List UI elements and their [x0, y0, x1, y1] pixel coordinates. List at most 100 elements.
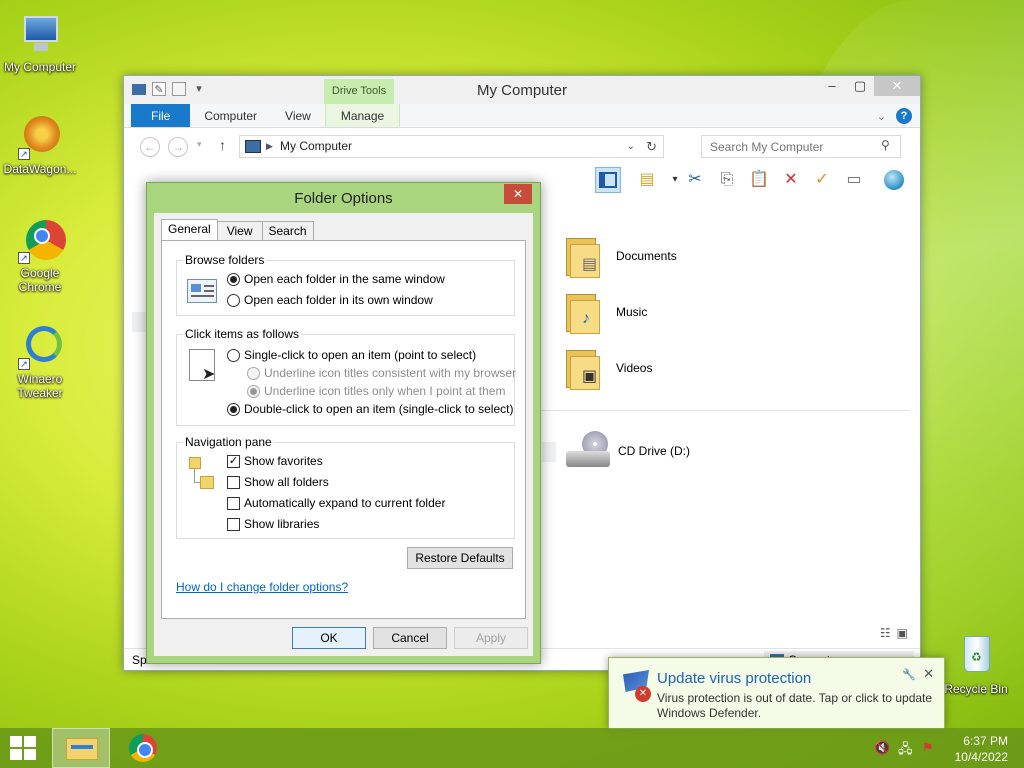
recent-locations-icon[interactable]: ▾: [197, 139, 202, 150]
folder-properties-icon[interactable]: ▤: [634, 167, 660, 193]
documents-folder-icon: ▤: [564, 234, 600, 278]
window-title: My Computer: [476, 82, 568, 99]
dialog-tabs: General View Search: [161, 219, 314, 240]
dialog-body: General View Search Browse folders Open …: [154, 213, 533, 656]
radio-button[interactable]: [227, 293, 240, 307]
address-dropdown-icon[interactable]: ⌄: [627, 136, 635, 157]
cut-icon[interactable]: ✂: [682, 167, 708, 193]
group-title: Navigation pane: [183, 435, 274, 449]
start-button[interactable]: [8, 736, 36, 760]
winaero-icon: ↗: [16, 322, 64, 370]
checkbox-show-favorites[interactable]: ✓ Show favorites: [227, 454, 323, 468]
tab-file[interactable]: File: [131, 104, 191, 127]
address-bar[interactable]: ▶ My Computer ⌄ ↻: [239, 135, 664, 158]
folder-music[interactable]: ♪ Music: [564, 287, 647, 337]
checkbox-show-libraries[interactable]: Show libraries: [227, 517, 319, 531]
radio-button[interactable]: [247, 384, 260, 398]
checkbox[interactable]: [227, 475, 240, 489]
globe-icon[interactable]: [881, 167, 907, 193]
large-icons-view-icon[interactable]: ▣: [897, 626, 908, 640]
taskbar-file-explorer[interactable]: [52, 728, 110, 768]
settings-wrench-icon[interactable]: 🔧: [902, 668, 916, 681]
checkbox[interactable]: ✓: [227, 454, 240, 468]
desktop-icon-google-chrome[interactable]: ↗ Google Chrome: [0, 216, 80, 294]
checkbox-auto-expand[interactable]: Automatically expand to current folder: [227, 496, 445, 510]
radio-button[interactable]: [227, 272, 240, 286]
navigation-pane-icon: [189, 457, 217, 491]
help-icon[interactable]: ?: [896, 108, 912, 124]
radio-own-window[interactable]: Open each folder in its own window: [227, 293, 433, 307]
volume-muted-icon[interactable]: 🔇: [874, 740, 890, 756]
close-button[interactable]: ✕: [874, 76, 920, 96]
apply-button[interactable]: Apply: [454, 627, 528, 649]
music-folder-icon: ♪: [564, 290, 600, 334]
desktop-icon-winaero-tweaker[interactable]: ↗ Winaero Tweaker: [0, 322, 80, 400]
drive-cd-d[interactable]: CD Drive (D:): [564, 426, 690, 476]
radio-same-window[interactable]: Open each folder in the same window: [227, 272, 445, 286]
general-tab-panel: Browse folders Open each folder in the s…: [161, 240, 526, 619]
datawagon-icon: ↗: [16, 112, 64, 160]
checkmark-icon[interactable]: ✓: [809, 167, 835, 193]
tab-view[interactable]: View: [216, 221, 263, 240]
radio-underline-consistent[interactable]: Underline icon titles consistent with my…: [247, 366, 516, 380]
shortcut-arrow-icon: ↗: [18, 358, 30, 370]
taskbar-chrome[interactable]: [114, 728, 172, 768]
desktop-icon-datawagon[interactable]: ↗ DataWagon...: [0, 112, 80, 176]
expand-ribbon-icon[interactable]: ⌄: [877, 110, 886, 123]
action-center-flag-icon[interactable]: ⚑: [922, 740, 934, 756]
back-button[interactable]: ←: [140, 137, 160, 157]
system-clock[interactable]: 6:37 PM 10/4/2022: [955, 733, 1008, 765]
tab-search[interactable]: Search: [261, 221, 314, 240]
notification-close-icon[interactable]: ✕: [923, 666, 934, 682]
desktop-icon-recycle-bin[interactable]: ♻ Recycle Bin: [936, 632, 1016, 696]
rename-icon[interactable]: ▭: [841, 167, 867, 193]
nav-pane-stub: [132, 312, 146, 332]
desktop-icon-my-computer[interactable]: My Computer: [0, 10, 80, 74]
cancel-button[interactable]: Cancel: [373, 627, 447, 649]
tab-manage[interactable]: Manage: [324, 104, 401, 127]
address-text: My Computer: [280, 139, 353, 153]
dialog-close-button[interactable]: ✕: [504, 184, 532, 204]
option-label: Open each folder in the same window: [244, 272, 445, 286]
radio-underline-point[interactable]: Underline icon titles only when I point …: [247, 384, 505, 398]
network-icon[interactable]: 🖧: [898, 740, 913, 762]
maximize-button[interactable]: ▢: [846, 76, 874, 96]
computer-small-icon: [245, 140, 261, 153]
radio-double-click[interactable]: Double-click to open an item (single-cli…: [227, 402, 513, 416]
paste-icon[interactable]: 📋: [746, 167, 772, 193]
help-link[interactable]: How do I change folder options?: [176, 580, 348, 594]
navigation-bar: ← → ▾ ↑ ▶ My Computer ⌄ ↻ ⚲: [124, 128, 920, 164]
notification-toast[interactable]: ✕ Update virus protection Virus protecti…: [608, 657, 945, 730]
up-button[interactable]: ↑: [219, 137, 226, 153]
cd-drive-icon: [564, 431, 614, 471]
radio-button[interactable]: [227, 348, 240, 362]
search-input[interactable]: [701, 135, 901, 158]
radio-single-click[interactable]: Single-click to open an item (point to s…: [227, 348, 476, 362]
tab-general[interactable]: General: [161, 219, 218, 240]
checkbox[interactable]: [227, 496, 240, 510]
delete-icon[interactable]: ✕: [778, 167, 804, 193]
restore-defaults-button[interactable]: Restore Defaults: [407, 547, 513, 569]
windows-logo-pane: [24, 749, 36, 760]
folder-documents[interactable]: ▤ Documents: [564, 231, 677, 281]
checkbox[interactable]: [227, 517, 240, 531]
refresh-icon[interactable]: ↻: [646, 136, 657, 157]
minimize-button[interactable]: –: [818, 76, 846, 96]
desktop-icon-label: Recycle Bin: [944, 682, 1008, 696]
folder-videos[interactable]: ▣ Videos: [564, 343, 652, 393]
group-title: Click items as follows: [183, 327, 302, 341]
preview-pane-icon[interactable]: [595, 167, 621, 193]
forward-button[interactable]: →: [168, 137, 188, 157]
chrome-icon: [129, 734, 157, 762]
copy-icon[interactable]: ⎘: [714, 167, 740, 193]
explorer-titlebar[interactable]: ✎ ▾ Drive Tools My Computer – ▢ ✕: [124, 76, 920, 104]
tab-view[interactable]: View: [271, 104, 325, 127]
radio-button[interactable]: [247, 366, 260, 380]
radio-button[interactable]: [227, 402, 240, 416]
checkbox-show-all-folders[interactable]: Show all folders: [227, 475, 329, 489]
details-view-icon[interactable]: ☷: [880, 626, 891, 640]
dialog-titlebar[interactable]: Folder Options ✕: [147, 183, 540, 213]
notification-title: Update virus protection: [657, 670, 812, 687]
tab-computer[interactable]: Computer: [190, 104, 271, 127]
ok-button[interactable]: OK: [292, 627, 366, 649]
